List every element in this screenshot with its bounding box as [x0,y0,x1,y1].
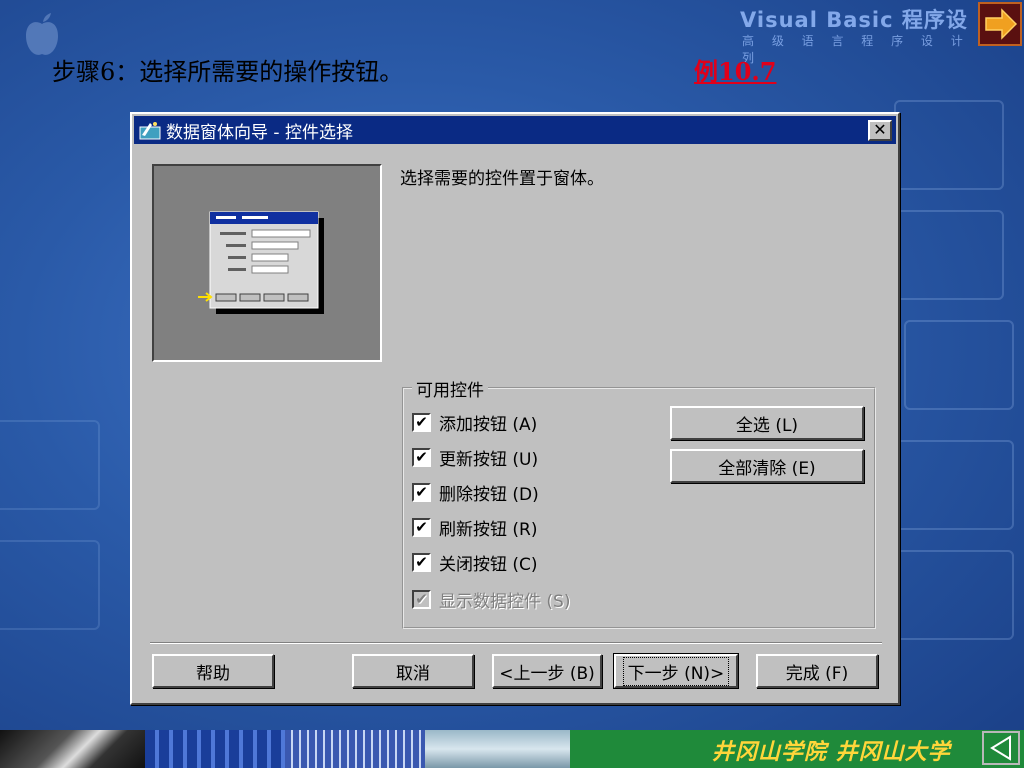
checkbox-checked-icon[interactable]: ✔ [412,448,431,467]
select-all-button[interactable]: 全选 (L) [670,406,864,440]
slide-title: 步骤6：选择所需要的操作按钮。 [52,58,404,86]
checkbox-refresh-button[interactable]: ✔ 刷新按钮 (R) [412,515,537,540]
wizard-icon [139,122,161,140]
checkbox-label: 更新按钮 (U) [439,450,539,470]
checkbox-checked-icon[interactable]: ✔ [412,483,431,502]
data-form-wizard-dialog: 数据窗体向导 - 控件选择 ✕ 选择需要的控件置于窗体。 可用控件 ✔ 添加按钮… [130,112,900,705]
help-button[interactable]: 帮助 [152,654,274,688]
network-photo [145,730,285,768]
checkbox-show-data-control: ✔ 显示数据控件 (S) [412,587,570,612]
instruction-text: 选择需要的控件置于窗体。 [400,169,604,189]
checkbox-checked-disabled-icon: ✔ [412,590,431,609]
available-controls-label: 可用控件 [412,376,488,401]
cancel-button[interactable]: 取消 [352,654,474,688]
previous-slide-button[interactable] [982,731,1020,765]
checkbox-update-button[interactable]: ✔ 更新按钮 (U) [412,445,538,470]
checkbox-label: 关闭按钮 (C) [439,555,538,575]
form-layout-illustration [198,211,324,314]
checkbox-label: 删除按钮 (D) [439,485,539,505]
next-slide-button[interactable] [978,2,1022,46]
checkbox-checked-icon[interactable]: ✔ [412,413,431,432]
brand-title: Visual Basic 程序设 [740,8,968,32]
dialog-title: 数据窗体向导 - 控件选择 [166,122,353,143]
keyboard-background-decoration-left [0,400,120,660]
checkbox-add-button[interactable]: ✔ 添加按钮 (A) [412,410,537,435]
cable-photo [0,730,145,768]
example-link[interactable]: 例10.7 [694,52,776,87]
close-button[interactable]: ✕ [868,120,892,141]
checkbox-label: 显示数据控件 (S) [439,592,571,612]
dialog-titlebar[interactable]: 数据窗体向导 - 控件选择 ✕ [134,116,896,144]
arrow-left-icon [990,735,1011,761]
next-button[interactable]: 下一步 (N)> [613,653,739,689]
back-button[interactable]: <上一步 (B) [492,654,602,688]
arrow-right-icon [985,8,1018,40]
school-name: 井冈山学院 井冈山大学 [712,739,951,765]
checkbox-label: 刷新按钮 (R) [439,520,538,540]
finish-button[interactable]: 完成 (F) [756,654,878,688]
checkbox-label: 添加按钮 (A) [439,415,538,435]
divider [150,642,882,644]
next-button-label: 下一步 (N)> [622,656,730,686]
switch-photo [285,730,425,768]
checkbox-close-button[interactable]: ✔ 关闭按钮 (C) [412,550,538,575]
form-preview-image [152,164,382,362]
clear-all-button[interactable]: 全部清除 (E) [670,449,864,483]
checkbox-checked-icon[interactable]: ✔ [412,518,431,537]
checkbox-checked-icon[interactable]: ✔ [412,553,431,572]
checkbox-delete-button[interactable]: ✔ 删除按钮 (D) [412,480,539,505]
keyboard-photo [425,730,570,768]
